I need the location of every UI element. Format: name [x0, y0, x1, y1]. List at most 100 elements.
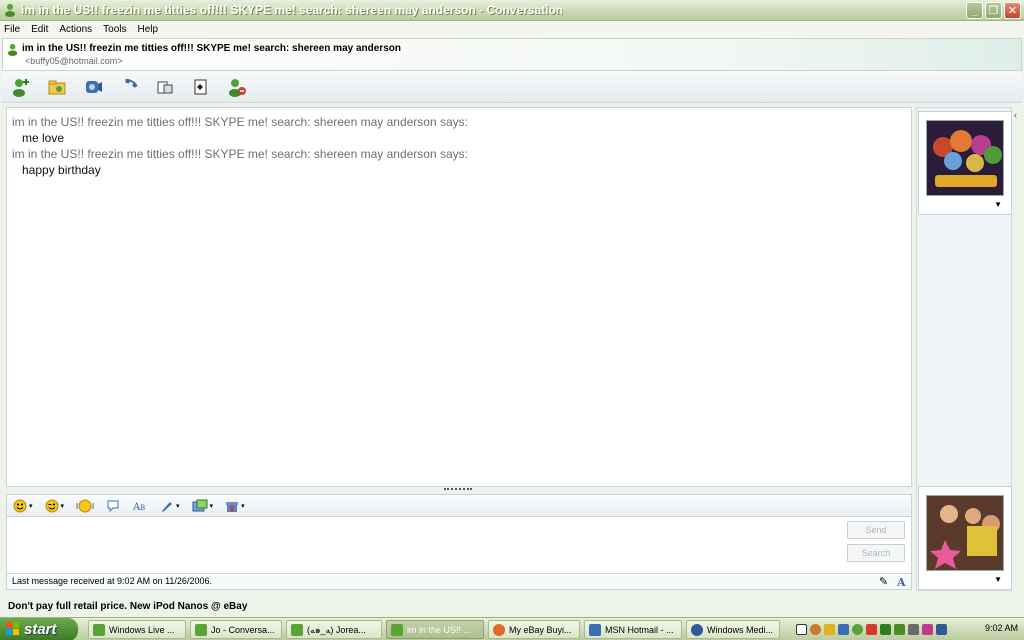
picture-icon [192, 499, 208, 511]
messenger-icon [291, 624, 303, 636]
emoticon-picker[interactable]: ▾ [13, 499, 33, 513]
taskbar-item[interactable]: My eBay Buyi... [488, 620, 580, 639]
taskbar-item-label: Windows Medi... [707, 624, 774, 635]
menu-tools[interactable]: Tools [103, 24, 126, 35]
close-button[interactable]: ✕ [1004, 2, 1021, 19]
title-bar: im in the US!! freezin me titties off!!!… [0, 0, 1024, 21]
taskbar-item[interactable]: MSN Hotmail - ... [584, 620, 682, 639]
collapse-panel-icon[interactable]: ‹ [1014, 110, 1022, 126]
video-call-icon[interactable] [82, 76, 104, 98]
taskbar-item-label: (ﻪ๑_ﻪ) Jorea... [307, 624, 366, 635]
tray-icon[interactable] [810, 624, 821, 635]
handwriting-icon[interactable]: ✎ [879, 575, 888, 590]
clock[interactable]: 9:02 AM [985, 623, 1018, 633]
wink-icon [45, 499, 59, 512]
contact-email: <buffy05@hotmail.com> [25, 56, 123, 66]
taskbar: start Windows Live ... Jo - Conversa... … [0, 617, 1024, 640]
wink-picker[interactable]: ▾ [45, 499, 64, 513]
status-line: Last message received at 9:02 AM on 11/2… [6, 574, 912, 590]
menu-file[interactable]: File [4, 24, 20, 35]
menu-actions[interactable]: Actions [59, 24, 92, 35]
format-toolbar: ▾ ▾ AB ▾ ▾ ▾ [6, 494, 912, 516]
gift-icon [226, 501, 239, 512]
menu-edit[interactable]: Edit [31, 24, 48, 35]
call-icon[interactable] [118, 76, 140, 98]
start-label: start [24, 621, 57, 638]
restore-button[interactable]: ❐ [985, 2, 1002, 19]
sender-line: im in the US!! freezin me titties off!!!… [12, 115, 468, 129]
ad-banner[interactable]: Don't pay full retail price. New iPod Na… [0, 598, 1024, 616]
svg-text:B: B [140, 504, 145, 512]
message-block: im in the US!! freezin me titties off!!!… [12, 146, 906, 178]
conversation-history[interactable]: im in the US!! freezin me titties off!!!… [6, 107, 912, 487]
send-files-icon[interactable] [46, 76, 68, 98]
contact-display-picture[interactable]: ▼ [918, 111, 1012, 215]
menu-help[interactable]: Help [138, 24, 159, 35]
picture-menu-arrow[interactable]: ▼ [994, 200, 1002, 209]
firefox-icon [493, 624, 505, 636]
taskbar-item[interactable]: Windows Medi... [686, 620, 780, 639]
send-picture-picker[interactable]: ▾ [192, 499, 213, 513]
network-icon[interactable] [936, 624, 947, 635]
window-title: im in the US!! freezin me titties off!!!… [21, 3, 564, 17]
message-block: im in the US!! freezin me titties off!!!… [12, 114, 906, 146]
tray-icon[interactable] [880, 624, 891, 635]
font-button[interactable]: AB [132, 499, 148, 513]
taskbar-item-label: im in the US!! ... [407, 624, 472, 635]
taskbar-item-label: Windows Live ... [109, 624, 175, 635]
message-input[interactable]: Send Search [6, 516, 912, 574]
block-icon[interactable] [226, 76, 248, 98]
messenger-icon [391, 624, 403, 636]
contact-name[interactable]: im in the US!! freezin me titties off!!!… [22, 43, 401, 54]
windows-logo-icon [6, 622, 19, 635]
taskbar-item-active[interactable]: im in the US!! ... [386, 620, 484, 639]
last-message-status: Last message received at 9:02 AM on 11/2… [12, 576, 212, 586]
tray-icon[interactable] [824, 624, 835, 635]
start-button[interactable]: start [0, 618, 78, 640]
display-picture-panel: ▼ ▼ [916, 107, 1012, 591]
taskbar-item[interactable]: Windows Live ... [88, 620, 186, 639]
voice-clip-button[interactable] [106, 499, 120, 513]
search-button[interactable]: Search [847, 544, 905, 562]
my-display-picture[interactable]: ▼ [918, 486, 1012, 590]
messenger-icon [93, 624, 105, 636]
tray-icon[interactable] [894, 624, 905, 635]
pane-splitter[interactable] [444, 488, 472, 491]
browser-icon [589, 624, 601, 636]
background-picker[interactable]: ▾ [160, 499, 180, 513]
action-toolbar [2, 71, 1022, 103]
media-player-icon [691, 624, 703, 636]
tray-icon[interactable] [922, 624, 933, 635]
my-picture-image [926, 495, 1004, 571]
taskbar-item-label: MSN Hotmail - ... [605, 624, 674, 635]
invite-contact-icon[interactable] [10, 76, 32, 98]
nudge-icon [76, 499, 94, 512]
help-icon[interactable] [796, 624, 807, 635]
taskbar-item[interactable]: Jo - Conversa... [190, 620, 282, 639]
contact-picture-image [926, 120, 1004, 196]
gift-picker[interactable]: ▾ [225, 499, 245, 513]
messenger-buddy-icon [5, 4, 15, 17]
picture-menu-arrow[interactable]: ▼ [994, 575, 1002, 584]
messenger-tray-icon[interactable] [852, 624, 863, 635]
message-text: me love [22, 131, 65, 145]
nudge-button[interactable] [76, 499, 94, 513]
tray-icon[interactable] [838, 624, 849, 635]
online-status-icon [7, 43, 18, 56]
taskbar-item-label: Jo - Conversa... [211, 624, 275, 635]
menu-bar: File Edit Actions Tools Help [0, 21, 1024, 38]
font-icon: AB [132, 502, 145, 513]
activities-icon[interactable] [154, 76, 176, 98]
games-icon[interactable] [190, 76, 212, 98]
tray-icon[interactable] [866, 624, 877, 635]
message-text: happy birthday [22, 163, 101, 177]
tray-icon[interactable] [908, 624, 919, 635]
messenger-icon [195, 624, 207, 636]
paintbrush-icon [162, 501, 173, 512]
minimize-button[interactable]: _ [966, 2, 983, 19]
font-style-icon[interactable]: A [897, 575, 906, 590]
sender-line: im in the US!! freezin me titties off!!!… [12, 147, 468, 161]
send-button[interactable]: Send [847, 521, 905, 539]
taskbar-item[interactable]: (ﻪ๑_ﻪ) Jorea... [286, 620, 382, 639]
voice-clip-icon [107, 500, 119, 512]
